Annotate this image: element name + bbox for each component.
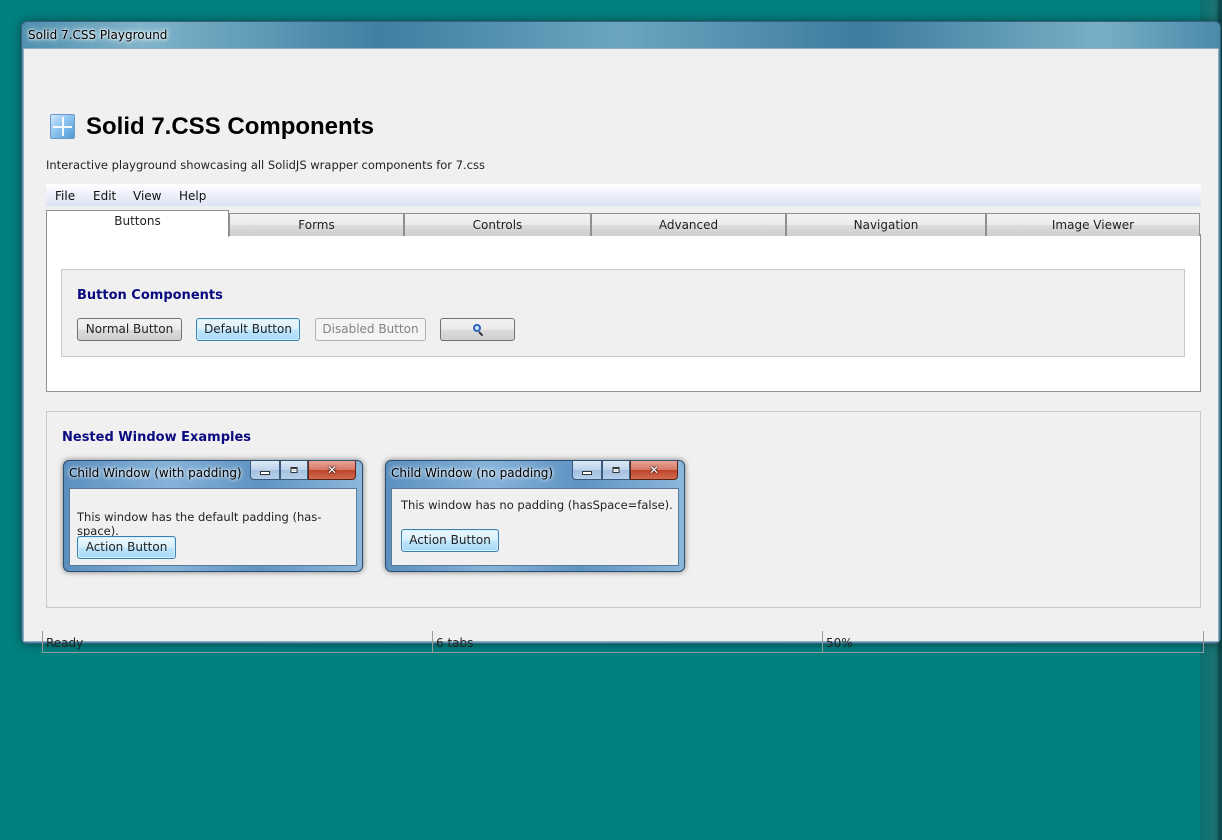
child-window-body: This window has no padding (hasSpace=fal…	[391, 488, 679, 566]
icon-button[interactable]	[440, 318, 515, 341]
search-icon	[472, 323, 484, 336]
menubar: File Edit View Help	[46, 184, 1201, 206]
close-button[interactable]: ✕	[308, 461, 356, 480]
default-button[interactable]: Default Button	[196, 318, 300, 341]
window-title: Solid 7.CSS Playground	[28, 28, 168, 42]
close-icon: ✕	[326, 463, 338, 477]
child-window-body: This window has the default padding (has…	[69, 488, 357, 566]
tab-controls[interactable]: Controls	[404, 213, 591, 236]
tab-strip: Buttons Forms Controls Advanced Navigati…	[46, 210, 1201, 237]
maximize-button[interactable]	[280, 461, 308, 480]
tab-buttons[interactable]: Buttons	[46, 210, 229, 237]
nested-windows-group: Nested Window Examples Child Window (wit…	[46, 411, 1201, 608]
main-window-titlebar[interactable]: Solid 7.CSS Playground	[22, 22, 1220, 48]
child-window-no-padding: Child Window (no padding) ✕ This window …	[385, 460, 685, 572]
menu-edit[interactable]: Edit	[93, 189, 116, 203]
maximize-button[interactable]	[602, 461, 630, 480]
button-components-legend: Button Components	[77, 288, 223, 303]
child-window-text: This window has no padding (hasSpace=fal…	[401, 498, 673, 512]
close-button[interactable]: ✕	[630, 461, 678, 480]
status-zoom: 50%	[822, 631, 1204, 653]
child-window-title: Child Window (with padding)	[69, 466, 242, 480]
tab-navigation[interactable]: Navigation	[786, 213, 986, 236]
main-window: Solid 7.CSS Playground Solid 7.CSS Compo…	[21, 21, 1221, 653]
statusbar: Ready 6 tabs 50%	[42, 631, 1204, 653]
nested-windows-legend: Nested Window Examples	[62, 430, 252, 445]
child-window-with-padding: Child Window (with padding) ✕ This windo…	[63, 460, 363, 572]
minimize-icon	[582, 471, 592, 475]
windows-logo-icon	[50, 114, 75, 139]
child-window-text: This window has the default padding (has…	[77, 510, 322, 538]
page-subtitle: Interactive playground showcasing all So…	[46, 158, 485, 172]
normal-button[interactable]: Normal Button	[77, 318, 182, 341]
minimize-button[interactable]	[572, 461, 602, 480]
tab-image-viewer[interactable]: Image Viewer	[986, 213, 1200, 236]
status-ready: Ready	[42, 631, 432, 653]
child-window-title: Child Window (no padding)	[391, 466, 554, 480]
menu-view[interactable]: View	[133, 189, 161, 203]
maximize-icon	[612, 467, 620, 473]
page-title: Solid 7.CSS Components	[86, 113, 375, 140]
tab-forms[interactable]: Forms	[229, 213, 404, 236]
disabled-button: Disabled Button	[315, 318, 426, 341]
tab-advanced[interactable]: Advanced	[591, 213, 786, 236]
action-button[interactable]: Action Button	[401, 529, 499, 552]
button-components-group: Button Components Normal Button Default …	[61, 269, 1185, 357]
main-window-body: Solid 7.CSS Components Interactive playg…	[23, 48, 1219, 653]
maximize-icon	[290, 467, 298, 473]
minimize-icon	[260, 471, 270, 475]
tab-panel-buttons: Button Components Normal Button Default …	[46, 234, 1201, 392]
close-icon: ✕	[648, 463, 660, 477]
menu-file[interactable]: File	[55, 189, 75, 203]
status-tab-count: 6 tabs	[432, 631, 822, 653]
menu-help[interactable]: Help	[179, 189, 206, 203]
minimize-button[interactable]	[250, 461, 280, 480]
action-button[interactable]: Action Button	[77, 536, 176, 559]
